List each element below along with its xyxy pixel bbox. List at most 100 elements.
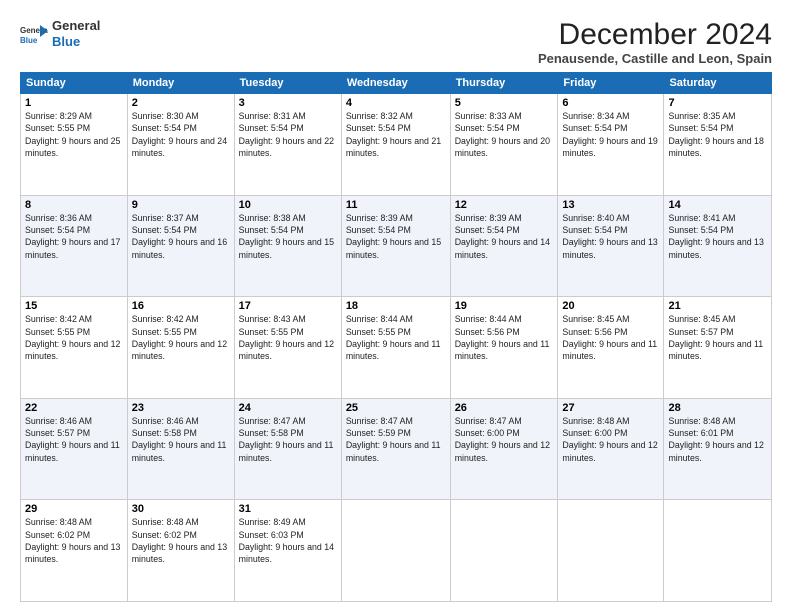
- day-info: Sunrise: 8:45 AMSunset: 5:57 PMDaylight:…: [668, 313, 767, 362]
- day-info: Sunrise: 8:40 AMSunset: 5:54 PMDaylight:…: [562, 212, 659, 261]
- page: General Blue General Blue December 2024 …: [0, 0, 792, 612]
- day-info: Sunrise: 8:48 AMSunset: 6:02 PMDaylight:…: [132, 516, 230, 565]
- day-number: 9: [132, 199, 230, 211]
- day-info: Sunrise: 8:43 AMSunset: 5:55 PMDaylight:…: [239, 313, 337, 362]
- day-number: 13: [562, 199, 659, 211]
- day-info: Sunrise: 8:48 AMSunset: 6:01 PMDaylight:…: [668, 415, 767, 464]
- day-number: 20: [562, 300, 659, 312]
- day-info: Sunrise: 8:49 AMSunset: 6:03 PMDaylight:…: [239, 516, 337, 565]
- calendar-day-cell: 30Sunrise: 8:48 AMSunset: 6:02 PMDayligh…: [127, 500, 234, 602]
- day-info: Sunrise: 8:32 AMSunset: 5:54 PMDaylight:…: [346, 110, 446, 159]
- day-info: Sunrise: 8:47 AMSunset: 5:58 PMDaylight:…: [239, 415, 337, 464]
- calendar-day-cell: 23Sunrise: 8:46 AMSunset: 5:58 PMDayligh…: [127, 398, 234, 500]
- day-number: 5: [455, 97, 554, 109]
- col-wednesday: Wednesday: [341, 73, 450, 94]
- day-number: 1: [25, 97, 123, 109]
- day-info: Sunrise: 8:45 AMSunset: 5:56 PMDaylight:…: [562, 313, 659, 362]
- day-number: 31: [239, 503, 337, 515]
- col-thursday: Thursday: [450, 73, 558, 94]
- day-number: 11: [346, 199, 446, 211]
- day-info: Sunrise: 8:41 AMSunset: 5:54 PMDaylight:…: [668, 212, 767, 261]
- day-number: 27: [562, 402, 659, 414]
- header-row: Sunday Monday Tuesday Wednesday Thursday…: [21, 73, 772, 94]
- main-title: December 2024: [538, 18, 772, 51]
- calendar-day-cell: 3Sunrise: 8:31 AMSunset: 5:54 PMDaylight…: [234, 94, 341, 196]
- day-number: 15: [25, 300, 123, 312]
- day-info: Sunrise: 8:39 AMSunset: 5:54 PMDaylight:…: [455, 212, 554, 261]
- day-number: 26: [455, 402, 554, 414]
- svg-text:Blue: Blue: [20, 36, 38, 45]
- day-info: Sunrise: 8:42 AMSunset: 5:55 PMDaylight:…: [132, 313, 230, 362]
- calendar-day-cell: 5Sunrise: 8:33 AMSunset: 5:54 PMDaylight…: [450, 94, 558, 196]
- day-info: Sunrise: 8:33 AMSunset: 5:54 PMDaylight:…: [455, 110, 554, 159]
- calendar-day-cell: 24Sunrise: 8:47 AMSunset: 5:58 PMDayligh…: [234, 398, 341, 500]
- col-sunday: Sunday: [21, 73, 128, 94]
- day-info: Sunrise: 8:34 AMSunset: 5:54 PMDaylight:…: [562, 110, 659, 159]
- day-info: Sunrise: 8:46 AMSunset: 5:58 PMDaylight:…: [132, 415, 230, 464]
- day-info: Sunrise: 8:47 AMSunset: 5:59 PMDaylight:…: [346, 415, 446, 464]
- day-info: Sunrise: 8:48 AMSunset: 6:00 PMDaylight:…: [562, 415, 659, 464]
- day-number: 22: [25, 402, 123, 414]
- calendar-day-cell: 21Sunrise: 8:45 AMSunset: 5:57 PMDayligh…: [664, 297, 772, 399]
- day-number: 21: [668, 300, 767, 312]
- day-number: 25: [346, 402, 446, 414]
- day-number: 17: [239, 300, 337, 312]
- day-info: Sunrise: 8:48 AMSunset: 6:02 PMDaylight:…: [25, 516, 123, 565]
- day-number: 14: [668, 199, 767, 211]
- day-number: 24: [239, 402, 337, 414]
- calendar-week-row: 22Sunrise: 8:46 AMSunset: 5:57 PMDayligh…: [21, 398, 772, 500]
- calendar-week-row: 29Sunrise: 8:48 AMSunset: 6:02 PMDayligh…: [21, 500, 772, 602]
- day-info: Sunrise: 8:35 AMSunset: 5:54 PMDaylight:…: [668, 110, 767, 159]
- day-number: 12: [455, 199, 554, 211]
- calendar-day-cell: 17Sunrise: 8:43 AMSunset: 5:55 PMDayligh…: [234, 297, 341, 399]
- day-number: 23: [132, 402, 230, 414]
- calendar-day-cell: 19Sunrise: 8:44 AMSunset: 5:56 PMDayligh…: [450, 297, 558, 399]
- calendar-table: Sunday Monday Tuesday Wednesday Thursday…: [20, 72, 772, 602]
- calendar-day-cell: 26Sunrise: 8:47 AMSunset: 6:00 PMDayligh…: [450, 398, 558, 500]
- day-info: Sunrise: 8:44 AMSunset: 5:56 PMDaylight:…: [455, 313, 554, 362]
- calendar-day-cell: 18Sunrise: 8:44 AMSunset: 5:55 PMDayligh…: [341, 297, 450, 399]
- day-number: 30: [132, 503, 230, 515]
- col-tuesday: Tuesday: [234, 73, 341, 94]
- logo-icon: General Blue: [20, 23, 48, 45]
- day-number: 3: [239, 97, 337, 109]
- day-info: Sunrise: 8:39 AMSunset: 5:54 PMDaylight:…: [346, 212, 446, 261]
- day-number: 29: [25, 503, 123, 515]
- calendar-day-cell: 1Sunrise: 8:29 AMSunset: 5:55 PMDaylight…: [21, 94, 128, 196]
- calendar-week-row: 1Sunrise: 8:29 AMSunset: 5:55 PMDaylight…: [21, 94, 772, 196]
- day-number: 8: [25, 199, 123, 211]
- logo: General Blue General Blue: [20, 18, 100, 49]
- day-info: Sunrise: 8:37 AMSunset: 5:54 PMDaylight:…: [132, 212, 230, 261]
- day-number: 16: [132, 300, 230, 312]
- calendar-day-cell: 15Sunrise: 8:42 AMSunset: 5:55 PMDayligh…: [21, 297, 128, 399]
- title-block: December 2024 Penausende, Castille and L…: [538, 18, 772, 66]
- calendar-day-cell: 25Sunrise: 8:47 AMSunset: 5:59 PMDayligh…: [341, 398, 450, 500]
- calendar-week-row: 15 Sunrise: 8:42 AMSunset: 5:55 PMDayligh…: [21, 297, 772, 399]
- calendar-day-cell: 8Sunrise: 8:36 AMSunset: 5:54 PMDaylight…: [21, 195, 128, 297]
- calendar-day-cell: 2Sunrise: 8:30 AMSunset: 5:54 PMDaylight…: [127, 94, 234, 196]
- calendar-day-cell: [341, 500, 450, 602]
- calendar-day-cell: [664, 500, 772, 602]
- day-info: Sunrise: 8:29 AMSunset: 5:55 PMDaylight:…: [25, 110, 123, 159]
- day-number: 7: [668, 97, 767, 109]
- calendar-day-cell: 4Sunrise: 8:32 AMSunset: 5:54 PMDaylight…: [341, 94, 450, 196]
- calendar-day-cell: 7Sunrise: 8:35 AMSunset: 5:54 PMDaylight…: [664, 94, 772, 196]
- calendar-day-cell: 11Sunrise: 8:39 AMSunset: 5:54 PMDayligh…: [341, 195, 450, 297]
- calendar-day-cell: 6Sunrise: 8:34 AMSunset: 5:54 PMDaylight…: [558, 94, 664, 196]
- calendar-day-cell: 9Sunrise: 8:37 AMSunset: 5:54 PMDaylight…: [127, 195, 234, 297]
- calendar-day-cell: 13Sunrise: 8:40 AMSunset: 5:54 PMDayligh…: [558, 195, 664, 297]
- calendar-week-row: 8Sunrise: 8:36 AMSunset: 5:54 PMDaylight…: [21, 195, 772, 297]
- day-info: Sunrise: 8:30 AMSunset: 5:54 PMDaylight:…: [132, 110, 230, 159]
- col-saturday: Saturday: [664, 73, 772, 94]
- day-number: 2: [132, 97, 230, 109]
- calendar-day-cell: 22Sunrise: 8:46 AMSunset: 5:57 PMDayligh…: [21, 398, 128, 500]
- logo-wordmark: General Blue: [52, 18, 100, 49]
- day-number: 6: [562, 97, 659, 109]
- day-info: Sunrise: 8:38 AMSunset: 5:54 PMDaylight:…: [239, 212, 337, 261]
- col-friday: Friday: [558, 73, 664, 94]
- header: General Blue General Blue December 2024 …: [20, 18, 772, 66]
- day-number: 10: [239, 199, 337, 211]
- calendar-day-cell: 29Sunrise: 8:48 AMSunset: 6:02 PMDayligh…: [21, 500, 128, 602]
- day-info: Sunrise: 8:47 AMSunset: 6:00 PMDaylight:…: [455, 415, 554, 464]
- day-number: 4: [346, 97, 446, 109]
